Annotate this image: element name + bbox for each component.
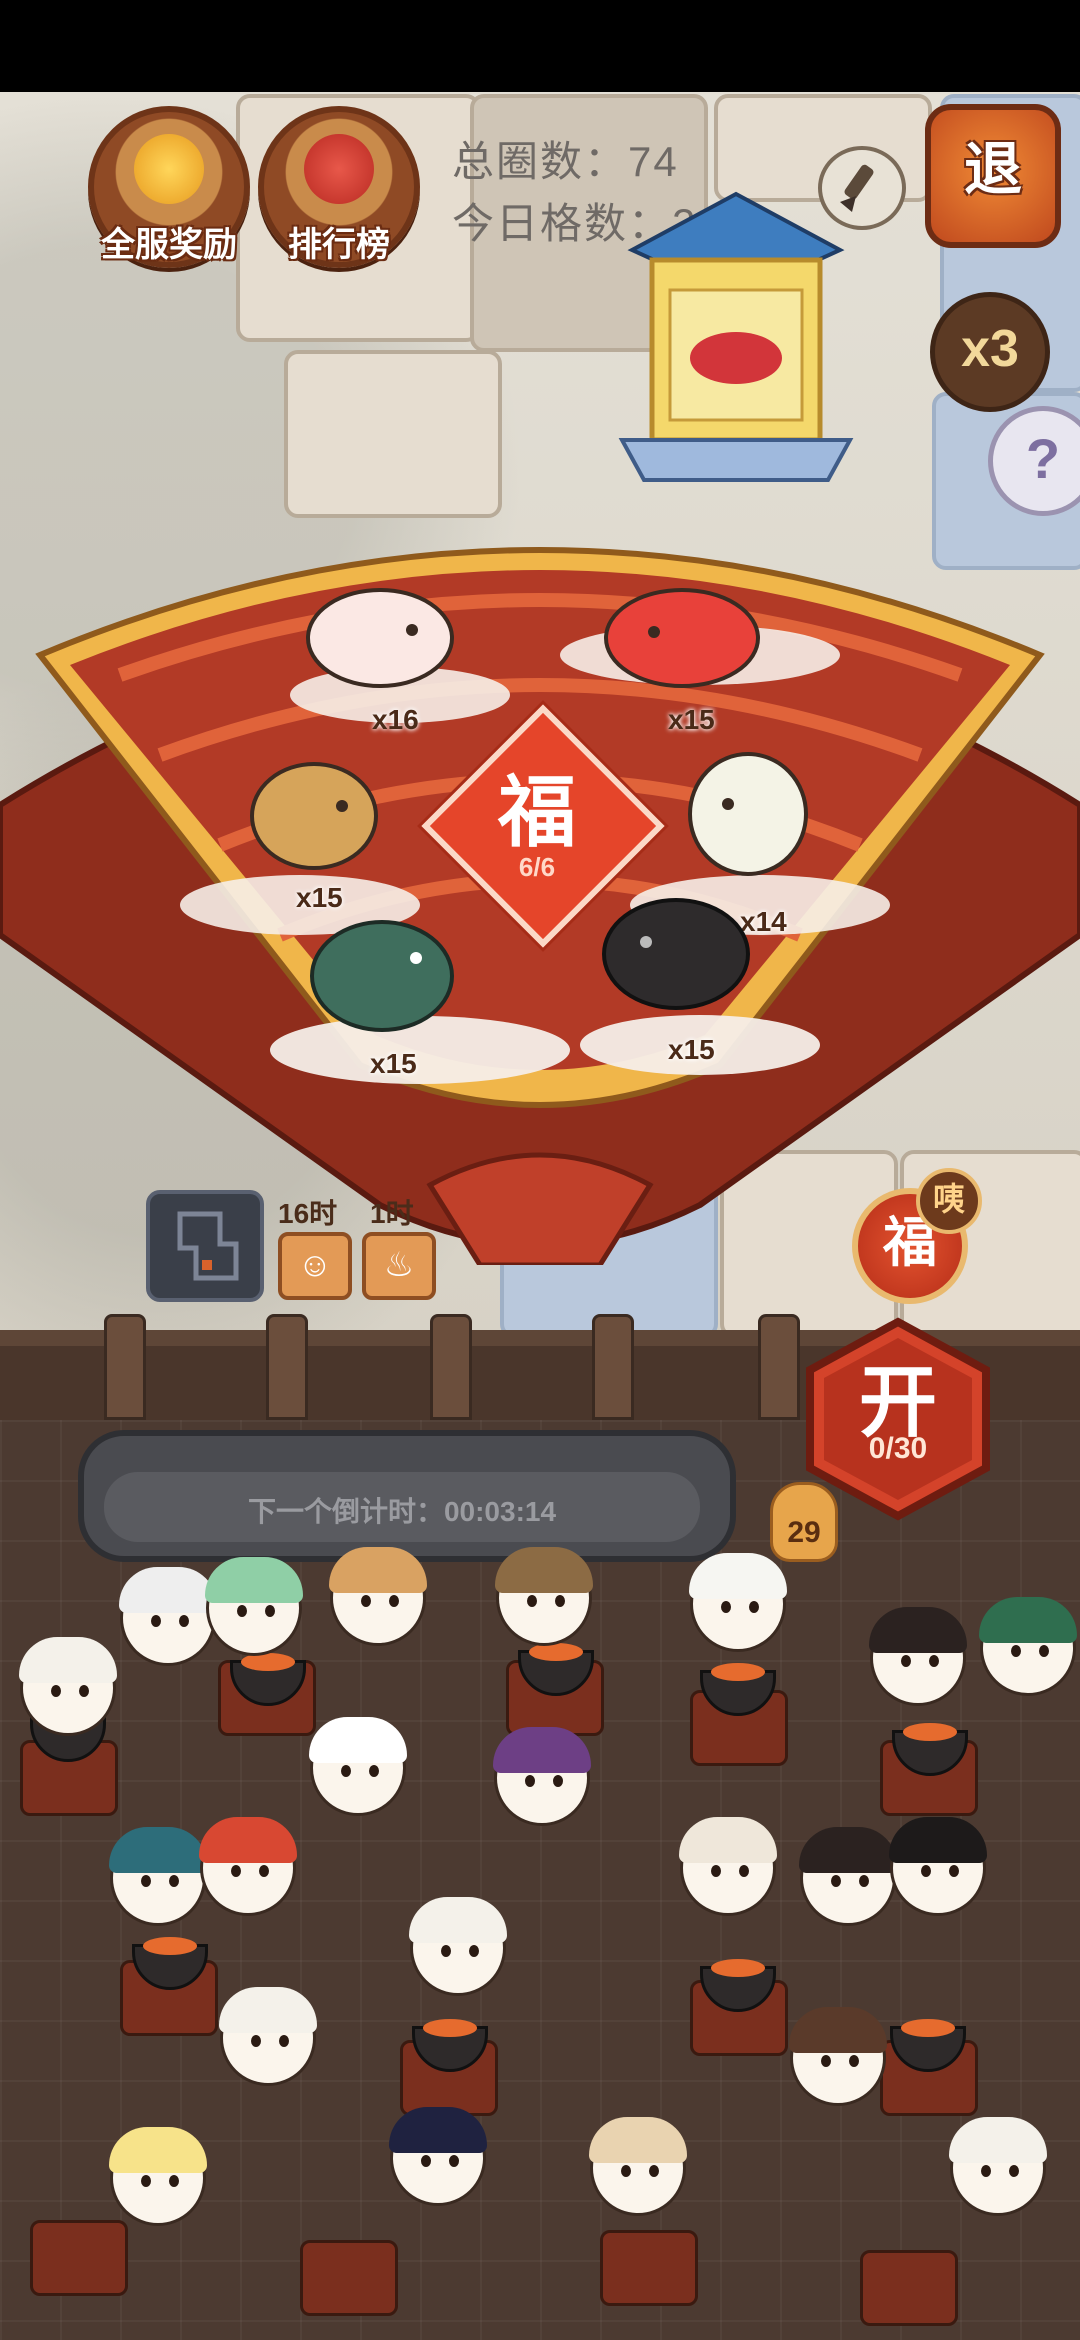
person-boost-button[interactable]: ☺	[278, 1232, 352, 1300]
chef-character	[949, 2117, 1047, 2216]
chef-character	[309, 1717, 407, 1816]
countdown-text: 下一个倒计时：00:03:14	[247, 1496, 557, 1527]
tan-horse-icon	[244, 750, 384, 876]
ranking-figure-icon	[304, 134, 374, 204]
open-count: 0/30	[868, 1432, 928, 1465]
chef-character	[589, 2117, 687, 2216]
leaderboard-label: 排行榜	[288, 226, 390, 264]
fu-side-badge: 咦	[916, 1168, 982, 1234]
fu-center-char: 福	[497, 767, 576, 858]
chef-character	[869, 1607, 967, 1706]
person-icon: ☺	[297, 1246, 333, 1284]
dish-boost-button[interactable]: ♨	[362, 1232, 436, 1300]
black-horse-icon	[596, 884, 756, 1014]
chef-character	[495, 1547, 593, 1646]
cooking-station	[600, 2230, 698, 2306]
chef-character	[409, 1897, 507, 1996]
chef-character	[679, 1817, 777, 1916]
red-horse-count: x15	[668, 704, 715, 735]
fu-center-progress: 6/6	[518, 852, 556, 882]
cream-horse-icon	[684, 742, 814, 882]
railing-post	[758, 1314, 800, 1420]
chef-character	[799, 1827, 897, 1926]
chef-character	[889, 1817, 987, 1916]
chef-character	[199, 1817, 297, 1916]
pavilion-decoration	[618, 191, 854, 482]
chef-character	[493, 1727, 591, 1826]
dish-icon: ♨	[383, 1246, 415, 1284]
chef-character	[19, 1637, 117, 1736]
chef-character	[205, 1557, 303, 1656]
cooking-station	[300, 2240, 398, 2316]
chef-character	[109, 2127, 207, 2226]
chef-character	[389, 2107, 487, 2206]
timer-a-label: 16时	[278, 1198, 338, 1229]
green-horse-count: x15	[370, 1048, 417, 1079]
timer-b-label: 1时	[370, 1198, 414, 1229]
chef-character	[109, 1827, 207, 1926]
speed-button[interactable]: x3	[930, 292, 1050, 412]
total-laps: 总圈数：74	[452, 138, 679, 185]
white-horse-icon	[300, 572, 460, 692]
chef-character	[119, 1567, 217, 1666]
chef-character	[979, 1597, 1077, 1696]
coin-counter: 29	[770, 1482, 838, 1562]
chef-character	[689, 1553, 787, 1652]
leaderboard-button[interactable]: 排行榜	[258, 106, 420, 268]
chef-character	[219, 1987, 317, 2086]
cooking-station	[30, 2220, 128, 2296]
status-bar	[0, 0, 1080, 92]
railing-post	[430, 1314, 472, 1420]
exit-button[interactable]: 退	[925, 104, 1061, 248]
board-tile	[284, 350, 502, 518]
chef-character	[789, 2007, 887, 2106]
server-reward-button[interactable]: 全服奖励	[88, 106, 250, 268]
chef-character	[329, 1547, 427, 1646]
cooking-station	[860, 2250, 958, 2326]
minimap-button[interactable]	[146, 1190, 264, 1302]
red-horse-icon	[598, 572, 768, 692]
railing-post	[266, 1314, 308, 1420]
green-horse-icon	[304, 906, 460, 1036]
treasure-pot-icon	[134, 134, 204, 204]
black-horse-count: x15	[668, 1034, 715, 1065]
railing-post	[592, 1314, 634, 1420]
server-reward-label: 全服奖励	[101, 226, 237, 264]
white-horse-count: x16	[372, 704, 419, 735]
railing-post	[104, 1314, 146, 1420]
